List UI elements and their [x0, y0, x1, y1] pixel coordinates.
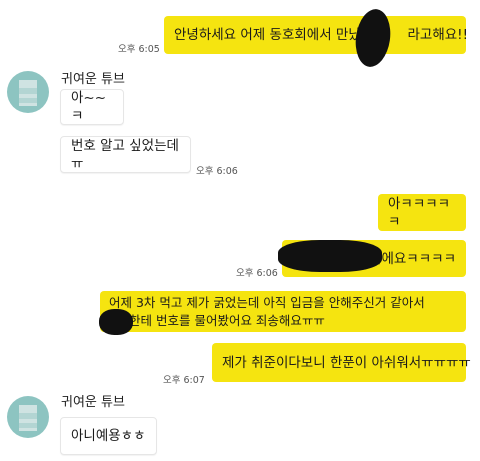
message-text: 제가 취준이다보니 한푼이 아쉬워서ㅠㅠㅠㅠ: [222, 354, 471, 371]
message-time: 오후 6:06: [236, 268, 278, 279]
redaction-mark: [99, 309, 133, 335]
message-time: 오후 6:07: [163, 375, 205, 386]
my-message-bubble[interactable]: 아ㅋㅋㅋㅋㅋ: [378, 194, 466, 231]
my-message-bubble[interactable]: 안녕하세요 어제 동호회에서 만났던 라고해요!!: [164, 16, 469, 54]
message-text: 안녕하세요 어제 동호회에서 만났던 라고해요!!: [174, 27, 469, 43]
sender-name: 귀여운 튜브: [61, 72, 125, 87]
message-text: 아~~ㅋ: [71, 90, 107, 124]
my-message-bubble[interactable]: 어제 3차 먹고 제가 굵었는데 아직 입금을 안해주신거 같아서 한테 번호를…: [100, 291, 466, 332]
contact-avatar[interactable]: [7, 71, 49, 113]
avatar-icon: [19, 80, 37, 106]
my-message-bubble[interactable]: 제가 취준이다보니 한푼이 아쉬워서ㅠㅠㅠㅠ: [212, 343, 471, 382]
sender-name: 귀여운 튜브: [61, 395, 125, 410]
message-text: 아ㅋㅋㅋㅋㅋ: [388, 195, 451, 230]
message-text-line1: 어제 3차 먹고 제가 굵었는데 아직 입금을 안해주신거 같아서: [109, 294, 425, 310]
avatar-icon: [19, 405, 37, 431]
message-time: 오후 6:06: [196, 166, 238, 177]
message-time: 오후 6:05: [118, 44, 160, 55]
their-message-bubble[interactable]: 아니예용ㅎㅎ: [60, 417, 157, 455]
their-message-bubble[interactable]: 번호 알고 싶었는데ㅠ: [60, 136, 191, 173]
message-text: 이에요ㅋㅋㅋㅋ: [369, 250, 456, 267]
message-text-line2: 한테 번호를 물어봤어요 죄송해요ㅠㅠ: [129, 312, 325, 328]
their-message-bubble[interactable]: 아~~ㅋ: [60, 89, 124, 125]
message-text: 아니예용ㅎㅎ: [71, 428, 146, 444]
contact-avatar[interactable]: [7, 396, 49, 438]
message-text: 번호 알고 싶었는데ㅠ: [71, 137, 179, 172]
redaction-mark: [278, 240, 382, 272]
